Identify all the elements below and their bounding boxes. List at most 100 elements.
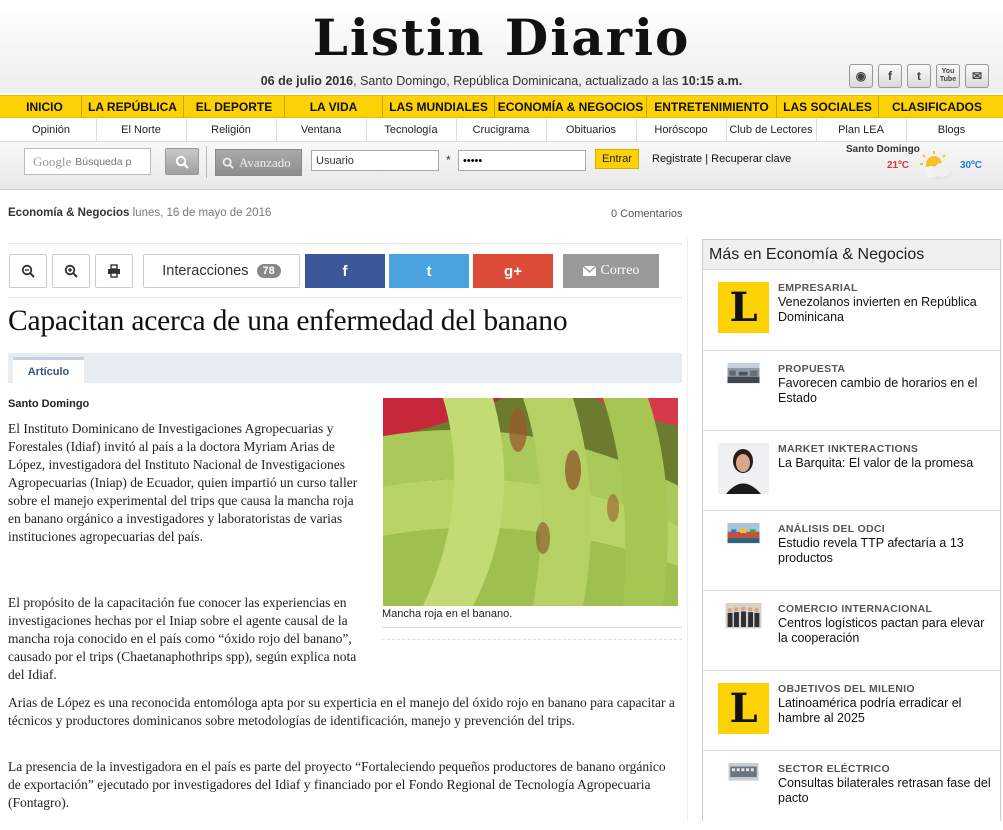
nav-el-deporte[interactable]: EL DEPORTE <box>184 96 285 117</box>
sidebar-item[interactable]: PROPUESTA Favorecen cambio de horarios e… <box>703 350 1000 430</box>
article-paragraph: El propósito de la capacitación fue cono… <box>8 595 357 682</box>
divider <box>382 639 682 640</box>
nav-el-norte[interactable]: El Norte <box>97 119 187 141</box>
sidebar-item-category: EMPRESARIAL <box>778 282 858 294</box>
tab-articulo[interactable]: Artículo <box>13 357 84 383</box>
article-paragraph: Arias de López es una reconocida entomól… <box>8 695 675 728</box>
sidebar-item-category: SECTOR ELÉCTRICO <box>778 763 890 775</box>
nav-religion[interactable]: Religión <box>187 119 277 141</box>
sidebar-item-title[interactable]: Estudio revela TTP afectaría a 13 produc… <box>778 536 993 566</box>
youtube-icon[interactable]: You Tube <box>936 64 960 88</box>
article-paragraph: El Instituto Dominicano de Investigacion… <box>8 421 358 544</box>
username-field[interactable] <box>311 150 439 171</box>
twitter-icon: t <box>426 262 432 280</box>
login-button[interactable]: Entrar <box>595 149 639 169</box>
sidebar-item[interactable]: L EMPRESARIAL Venezolanos invierten en R… <box>703 270 1000 350</box>
nav-ventana[interactable]: Ventana <box>277 119 367 141</box>
weather-city: Santo Domingo <box>846 144 920 155</box>
weather-low: 21ºC <box>887 160 909 171</box>
zoom-in-button[interactable] <box>52 254 90 288</box>
register-link[interactable]: Registrate <box>652 153 702 165</box>
nav-la-republica[interactable]: LA REPÚBLICA <box>82 96 184 117</box>
nav-inicio[interactable]: INICIO <box>8 96 82 117</box>
nav-opinion[interactable]: Opinión <box>7 119 97 141</box>
google-logo: Google <box>33 153 72 169</box>
weather-high: 30ºC <box>960 160 982 171</box>
nav-horoscopo[interactable]: Horóscopo <box>637 119 727 141</box>
sidebar-item[interactable]: L OBJETIVOS DEL MILENIO Latinoamérica po… <box>703 670 1000 750</box>
googleplus-icon: g+ <box>504 262 522 280</box>
article-city: Santo Domingo <box>8 398 90 410</box>
listin-logo-icon: L <box>718 282 769 333</box>
interactions-button[interactable]: Interacciones 78 <box>143 254 300 288</box>
listin-logo-icon: L <box>718 683 769 734</box>
sidebar-item[interactable]: MARKET INKTERACTIONS La Barquita: El val… <box>703 430 1000 510</box>
divider <box>8 243 682 244</box>
password-field[interactable] <box>458 150 586 171</box>
sidebar-item-category: PROPUESTA <box>778 363 846 375</box>
sidebar-item[interactable]: COMERCIO INTERNACIONAL Centros logístico… <box>703 590 1000 670</box>
nav-crucigrama[interactable]: Crucigrama <box>457 119 547 141</box>
site-logo[interactable]: Listin Diario <box>0 8 1003 68</box>
nav-plan-lea[interactable]: Plan LEA <box>817 119 907 141</box>
sidebar-thumbnail <box>718 443 769 494</box>
instagram-icon[interactable]: ◉ <box>849 64 873 88</box>
article-photo[interactable] <box>383 398 678 606</box>
twitter-icon[interactable]: t <box>907 64 931 88</box>
interactions-label: Interacciones <box>162 263 249 279</box>
sidebar-item-title[interactable]: Consultas bilaterales retrasan fase del … <box>778 776 993 806</box>
google-search-box[interactable]: Google <box>24 148 151 175</box>
sidebar-item-title[interactable]: Venezolanos invierten en República Domin… <box>778 295 993 325</box>
article-tabbar <box>8 353 682 383</box>
facebook-icon[interactable]: f <box>878 64 902 88</box>
sidebar-title: Más en Economía & Negocios <box>703 240 1000 270</box>
nav-las-sociales[interactable]: LAS SOCIALES <box>777 96 879 117</box>
share-email-button[interactable]: Correo <box>563 254 659 288</box>
share-facebook-button[interactable]: f <box>305 254 385 288</box>
print-button[interactable] <box>95 254 133 288</box>
nav-la-vida[interactable]: LA VIDA <box>285 96 383 117</box>
interactions-count: 78 <box>256 264 281 278</box>
section-link[interactable]: Economía & Negocios <box>8 207 129 219</box>
comments-link[interactable]: 0 Comentarios <box>611 208 683 220</box>
nav-economia-negocios[interactable]: ECONOMÍA & NEGOCIOS <box>495 96 647 117</box>
sidebar-item-category: OBJETIVOS DEL MILENIO <box>778 683 915 695</box>
sidebar-item-title[interactable]: Latinoamérica podría erradicar el hambre… <box>778 696 993 726</box>
sidebar-item-title[interactable]: Centros logísticos pactan para elevar la… <box>778 616 993 646</box>
sidebar-item-category: MARKET INKTERACTIONS <box>778 443 919 455</box>
sidebar-item[interactable]: SECTOR ELÉCTRICO Consultas bilaterales r… <box>703 750 1000 830</box>
advanced-search-button[interactable]: Avanzado <box>215 149 302 176</box>
divider <box>8 297 682 298</box>
article-paragraph: La presencia de la investigadora en el p… <box>8 759 666 810</box>
advanced-search-label: Avanzado <box>239 154 291 170</box>
share-twitter-button[interactable]: t <box>389 254 469 288</box>
sidebar-item[interactable]: ANÁLISIS DEL ODCI Estudio revela TTP afe… <box>703 510 1000 590</box>
divider <box>382 627 682 628</box>
sidebar-thumbnail <box>727 363 760 384</box>
nav-entretenimiento[interactable]: ENTRETENIMIENTO <box>647 96 777 117</box>
search-button[interactable] <box>165 148 199 175</box>
search-icon <box>175 155 189 169</box>
sidebar-item-title[interactable]: Favorecen cambio de horarios en el Estad… <box>778 376 993 406</box>
nav-las-mundiales[interactable]: LAS MUNDIALES <box>383 96 495 117</box>
photo-caption: Mancha roja en el banano. <box>382 608 513 620</box>
share-googleplus-button[interactable]: g+ <box>473 254 553 288</box>
related-sidebar: Más en Economía & Negocios L EMPRESARIAL… <box>702 239 1001 821</box>
print-icon <box>108 264 120 278</box>
recover-password-link[interactable]: Recuperar clave <box>711 153 791 165</box>
sidebar-thumbnail <box>725 603 762 629</box>
weather-widget: Santo Domingo 21ºC 30ºC <box>840 144 990 184</box>
account-links: Registrate | Recuperar clave <box>652 153 792 165</box>
nav-obituarios[interactable]: Obituarios <box>547 119 637 141</box>
nav-blogs[interactable]: Blogs <box>907 119 997 141</box>
search-input[interactable] <box>75 155 140 168</box>
sidebar-item-title[interactable]: La Barquita: El valor de la promesa <box>778 456 993 471</box>
nav-club-de-lectores[interactable]: Club de Lectores <box>727 119 817 141</box>
sidebar-item-category: COMERCIO INTERNACIONAL <box>778 603 933 615</box>
email-icon[interactable]: ✉ <box>965 64 989 88</box>
nav-clasificados[interactable]: CLASIFICADOS <box>879 96 995 117</box>
nav-tecnologia[interactable]: Tecnología <box>367 119 457 141</box>
facebook-icon: f <box>342 262 348 280</box>
sidebar-item-category: ANÁLISIS DEL ODCI <box>778 523 885 535</box>
zoom-out-button[interactable] <box>9 254 47 288</box>
